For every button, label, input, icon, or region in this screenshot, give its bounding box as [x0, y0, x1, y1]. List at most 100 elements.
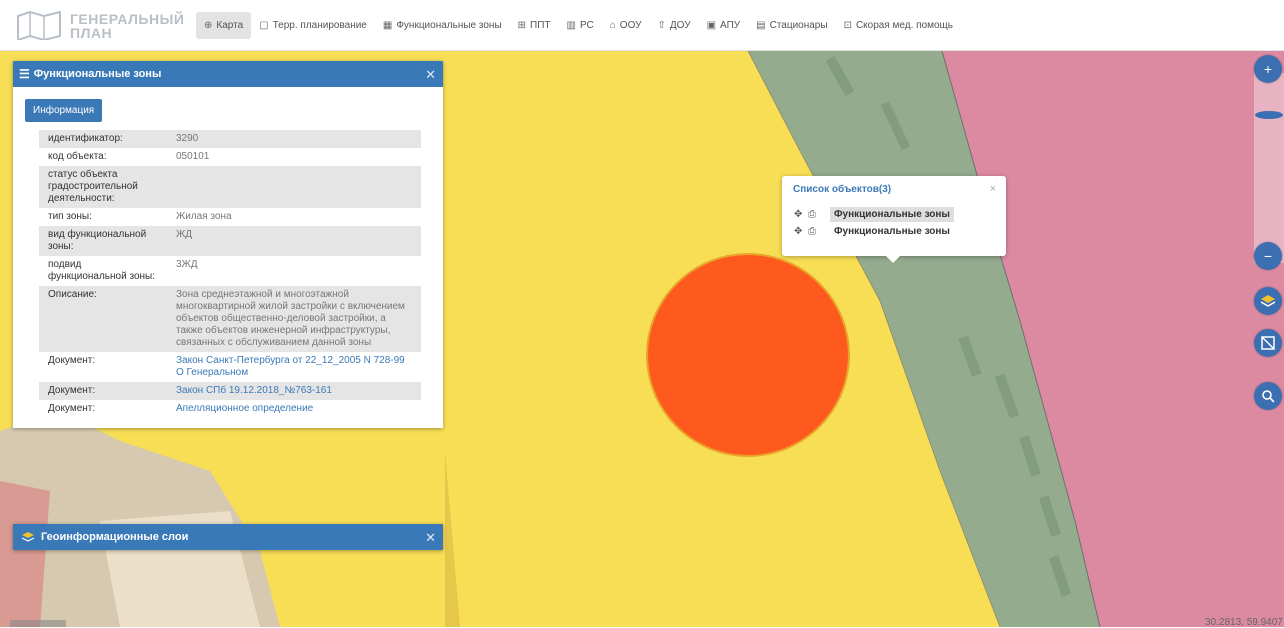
attribute-key: Документ: [48, 403, 96, 414]
attribute-value: 050101 [176, 151, 210, 162]
kindergarten-icon: ⇧ [657, 20, 666, 31]
close-popup-button[interactable]: × [990, 183, 996, 195]
nav-label: Скорая мед. помощь [855, 20, 953, 31]
attribute-table: идентификатор: 3290 код объекта: 050101 стат… [39, 130, 421, 418]
attribute-key: код объекта: [48, 151, 107, 162]
popup-item-label[interactable]: Функциональные зоны [830, 206, 954, 222]
scale-bar [10, 620, 66, 627]
attribute-row: тип зоны: Жилая зона [39, 208, 421, 226]
geo-layers-title: Геоинформационные слои [41, 531, 189, 543]
attribute-key: идентификатор: [39, 130, 167, 148]
attribute-key: подвид функциональной зоны: [48, 259, 155, 282]
nav-label: АПУ [720, 20, 741, 31]
nav-label: Терр. планирование [272, 20, 367, 31]
nav-label: Функциональные зоны [396, 20, 502, 31]
close-geo-layers-button[interactable]: ✕ [425, 530, 436, 546]
map-tools: + − [1254, 55, 1284, 615]
main-menu: ⊕ Карта ▢ Терр. планирование ▦ Функциональные… [196, 12, 961, 39]
nav-label: Карта [216, 20, 244, 31]
nav-item-image[interactable]: ▣ АПУ [699, 12, 749, 39]
attribute-row: вид функциональной зоны: ЖД [39, 226, 421, 256]
nav-item-table[interactable]: ⊞ ППТ [510, 12, 559, 39]
building-icon: ▥ [566, 20, 576, 31]
layers-tool-button[interactable] [1254, 287, 1282, 315]
popup-list-item[interactable]: ✥ ⎙ Функциональные зоны [794, 223, 954, 239]
logo[interactable]: ГЕНЕРАЛЬНЫЙ ПЛАН [16, 8, 186, 42]
zoom-out-button[interactable]: − [1254, 242, 1282, 270]
nav-item-grid[interactable]: ▦ Функциональные зоны [375, 12, 510, 39]
geo-layers-panel[interactable]: Геоинформационные слои ✕ [13, 524, 443, 550]
popup-list-item[interactable]: ✥ ⎙ Функциональные зоны [794, 206, 954, 222]
attribute-key: тип зоны: [48, 211, 92, 222]
nav-item-ambulance[interactable]: ⊡ Скорая мед. помощь [836, 12, 961, 39]
move-icon[interactable]: ✥ [794, 226, 808, 237]
popup-item-label[interactable]: Функциональные зоны [830, 224, 954, 239]
nav-label: ППТ [530, 20, 551, 31]
document-icon: ▢ [259, 20, 269, 31]
nav-label: ООУ [619, 20, 642, 31]
zoom-in-button[interactable]: + [1254, 55, 1282, 83]
layers-icon [21, 532, 35, 542]
map-fold-icon [17, 10, 61, 40]
attribute-key: вид функциональной зоны: [39, 226, 167, 256]
attribute-row: подвид функциональной зоны: 3ЖД [39, 256, 421, 286]
selection-marker[interactable] [646, 253, 850, 457]
nav-item-globe[interactable]: ⊕ Карта [196, 12, 252, 39]
attribute-row: Документ: Закон СПб 19.12.2018_№763-161 [39, 382, 421, 400]
attribute-key: статус объекта градостроительной деятель… [39, 166, 167, 208]
attribute-key: Документ: [39, 382, 167, 400]
feature-info-panel: ☰ Функциональные зоны ✕ Информация идент… [13, 61, 443, 428]
attribute-value: Жилая зона [176, 211, 232, 222]
popup-title: Список объектов(3) [793, 184, 892, 195]
globe-icon: ⊕ [204, 20, 213, 31]
attribute-value: 3ЖД [176, 259, 198, 270]
nav-item-school[interactable]: ⌂ ООУ [602, 12, 650, 39]
attribute-row: Документ: Закон Санкт-Петербурга от 22_12… [39, 352, 421, 382]
popup-pointer [886, 256, 900, 263]
nav-item-document[interactable]: ▢ Терр. планирование [251, 12, 375, 39]
attribute-value: Зона среднеэтажной и многоэтажной многок… [167, 286, 421, 352]
close-panel-button[interactable]: ✕ [425, 67, 436, 83]
panel-header: ☰ Функциональные зоны ✕ [13, 61, 443, 87]
attribute-key: Документ: [48, 355, 96, 366]
document-link[interactable]: Закон Санкт-Петербурга от 22_12_2005 N 7… [176, 355, 405, 378]
attribute-row: Документ: Апелляционное определение [39, 400, 421, 418]
attribute-value-cell: Закон СПб 19.12.2018_№763-161 [167, 382, 421, 400]
measure-tool-button[interactable] [1254, 329, 1282, 357]
document-link[interactable]: Апелляционное определение [176, 403, 313, 414]
search-icon [1262, 390, 1275, 403]
coordinates-readout: 30.2813, 59.9407 [1205, 617, 1283, 628]
table-icon: ⊞ [517, 20, 527, 31]
top-navigation-bar: ГЕНЕРАЛЬНЫЙ ПЛАН ⊕ Карта ▢ Терр. планирован… [0, 0, 1284, 51]
attribute-row: идентификатор: 3290 [39, 130, 421, 148]
move-icon[interactable]: ✥ [794, 209, 808, 220]
ruler-icon [1261, 336, 1275, 350]
ambulance-icon: ⊡ [843, 20, 852, 31]
attribute-row: Описание: Зона среднеэтажной и многоэтажн… [39, 286, 421, 352]
nav-label: Стационары [769, 20, 828, 31]
attribute-row: статус объекта градостроительной деятель… [39, 166, 421, 208]
attribute-value [167, 166, 421, 208]
nav-label: РС [579, 20, 594, 31]
grid-icon: ▦ [382, 20, 393, 31]
nav-item-kindergarten[interactable]: ⇧ ДОУ [650, 12, 699, 39]
search-button[interactable] [1254, 382, 1282, 410]
info-tab-button[interactable]: Информация [25, 99, 103, 122]
document-link[interactable]: Закон СПб 19.12.2018_№763-161 [176, 385, 332, 396]
attribute-value-cell: Закон Санкт-Петербурга от 22_12_2005 N 7… [167, 352, 421, 382]
attribute-key: Описание: [39, 286, 167, 352]
nav-item-hospital[interactable]: ▤ Стационары [748, 12, 835, 39]
print-icon[interactable]: ⎙ [808, 226, 822, 237]
attribute-value: ЖД [167, 226, 421, 256]
print-icon[interactable]: ⎙ [808, 209, 822, 220]
hospital-icon: ▤ [756, 20, 766, 31]
school-icon: ⌂ [609, 20, 616, 31]
attribute-value: 3290 [167, 130, 421, 148]
image-icon: ▣ [706, 20, 717, 31]
list-icon: ☰ [19, 67, 30, 81]
nav-label: ДОУ [669, 20, 691, 31]
objects-list-popup: Список объектов(3) × ✥ ⎙ Функциональные зо… [782, 176, 1006, 263]
logo-text: ГЕНЕРАЛЬНЫЙ ПЛАН [70, 11, 185, 41]
attribute-row: код объекта: 050101 [39, 148, 421, 166]
nav-item-building[interactable]: ▥ РС [559, 12, 602, 39]
